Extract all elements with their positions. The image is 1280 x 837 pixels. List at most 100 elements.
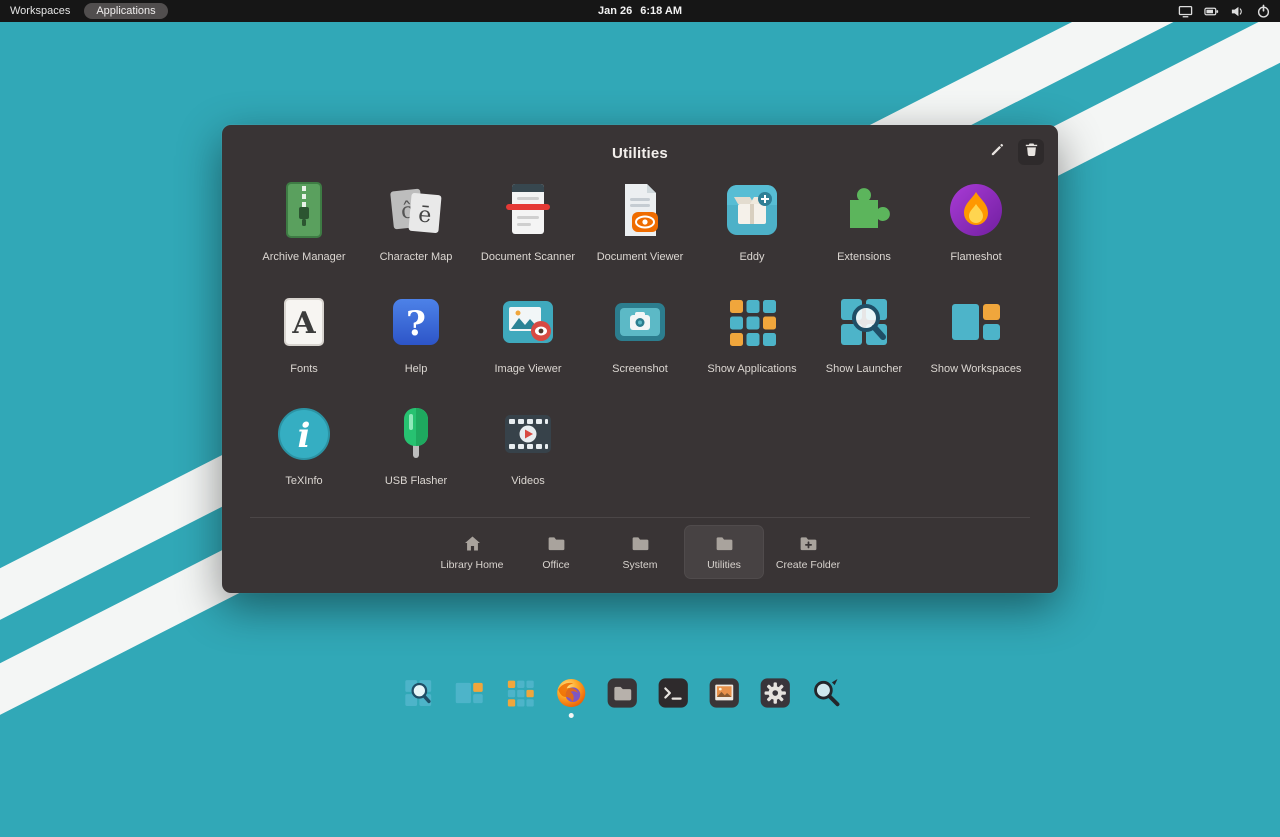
app-item-document-scanner[interactable]: Document Scanner xyxy=(472,178,584,290)
app-label: Show Workspaces xyxy=(930,363,1022,375)
tab-label: Create Folder xyxy=(775,559,841,571)
app-label: Character Map xyxy=(379,251,453,263)
document-scanner-icon xyxy=(496,178,560,242)
eddy-icon xyxy=(720,178,784,242)
dock-item-show-launcher[interactable] xyxy=(400,675,436,711)
app-label: Screenshot xyxy=(612,363,668,375)
files-icon xyxy=(604,678,640,715)
home-icon xyxy=(462,533,483,554)
trash-icon xyxy=(1023,141,1040,163)
folder-header: Utilities xyxy=(222,125,1058,178)
show-applications-icon xyxy=(502,680,538,715)
app-folder-dialog: Utilities Archive Manager ĉ ē Character Map… xyxy=(222,125,1058,593)
tab-library-home[interactable]: Library Home xyxy=(432,525,512,579)
dock-item-firefox[interactable] xyxy=(553,675,589,718)
app-grid: Archive Manager ĉ ē Character Map Document S… xyxy=(222,178,1058,514)
app-label: Help xyxy=(404,363,428,375)
folder-tabs: Library Home Office System Utilities Create … xyxy=(222,518,1058,579)
help-icon: ? xyxy=(384,290,448,354)
app-item-videos[interactable]: Videos xyxy=(472,402,584,514)
tab-system[interactable]: System xyxy=(600,525,680,579)
tab-create-folder[interactable]: Create Folder xyxy=(768,525,848,579)
svg-text:ē: ē xyxy=(417,202,432,228)
app-item-fonts[interactable]: A Fonts xyxy=(248,290,360,402)
app-label: TeXInfo xyxy=(285,475,323,487)
svg-text:?: ? xyxy=(406,304,426,344)
app-label: Document Viewer xyxy=(596,251,684,263)
character-map-icon: ĉē xyxy=(384,178,448,242)
app-item-character-map[interactable]: ĉ ē Character Map xyxy=(360,178,472,290)
edit-icon xyxy=(989,141,1006,163)
applications-menu[interactable]: Applications xyxy=(84,3,168,19)
app-label: Show Applications xyxy=(707,363,797,375)
app-label: Show Launcher xyxy=(825,363,903,375)
image-viewer-icon xyxy=(496,290,560,354)
app-item-show-applications[interactable]: Show Applications xyxy=(696,290,808,402)
texinfo-icon: i xyxy=(272,402,336,466)
app-item-image-viewer[interactable]: Image Viewer xyxy=(472,290,584,402)
settings-icon xyxy=(757,678,793,715)
svg-text:A: A xyxy=(291,306,316,341)
app-item-show-workspaces[interactable]: Show Workspaces xyxy=(920,290,1032,402)
system-indicators xyxy=(1178,4,1280,19)
show-workspaces-icon xyxy=(451,682,487,715)
dock xyxy=(400,675,844,718)
dock-item-show-workspaces[interactable] xyxy=(451,675,487,711)
display-icon[interactable] xyxy=(1178,4,1193,19)
show-applications-icon xyxy=(720,290,784,354)
app-item-flameshot[interactable]: Flameshot xyxy=(920,178,1032,290)
tab-utilities[interactable]: Utilities xyxy=(684,525,764,579)
tab-label: System xyxy=(622,559,658,571)
usb-flasher-icon xyxy=(384,402,448,466)
photos-icon xyxy=(706,678,742,715)
archive-manager-icon xyxy=(272,178,336,242)
running-indicator xyxy=(568,713,574,718)
dock-item-photos[interactable] xyxy=(706,675,742,711)
dock-item-terminal[interactable] xyxy=(655,675,691,711)
app-label: Document Scanner xyxy=(480,251,576,263)
app-label: Videos xyxy=(511,475,545,487)
edit-folder-button[interactable] xyxy=(984,139,1010,165)
extensions-icon xyxy=(832,178,896,242)
terminal-icon xyxy=(655,678,691,715)
app-label: Flameshot xyxy=(950,251,1002,263)
show-launcher-icon xyxy=(400,680,436,715)
dock-item-settings[interactable] xyxy=(757,675,793,711)
app-item-document-viewer[interactable]: Document Viewer xyxy=(584,178,696,290)
app-label: Fonts xyxy=(290,363,318,375)
app-item-usb-flasher[interactable]: USB Flasher xyxy=(360,402,472,514)
folder-icon xyxy=(546,533,567,554)
clock-time: 6:18 AM xyxy=(640,5,683,17)
clock[interactable]: Jan 26 6:18 AM xyxy=(598,5,682,17)
delete-folder-button[interactable] xyxy=(1018,139,1044,165)
folder-actions xyxy=(984,139,1044,165)
screenshot-tool-icon xyxy=(808,678,844,715)
app-item-help[interactable]: ? Help xyxy=(360,290,472,402)
fonts-icon: A xyxy=(272,290,336,354)
tab-office[interactable]: Office xyxy=(516,525,596,579)
tab-label: Library Home xyxy=(440,559,504,571)
app-item-show-launcher[interactable]: Show Launcher xyxy=(808,290,920,402)
workspaces-menu[interactable]: Workspaces xyxy=(10,5,70,17)
tab-label: Utilities xyxy=(707,559,741,571)
app-item-eddy[interactable]: Eddy xyxy=(696,178,808,290)
volume-icon[interactable] xyxy=(1230,4,1245,19)
folder-title: Utilities xyxy=(612,145,668,162)
screenshot-icon xyxy=(608,290,672,354)
power-icon[interactable] xyxy=(1256,4,1271,19)
dock-item-screenshot-tool[interactable] xyxy=(808,675,844,711)
document-viewer-icon xyxy=(608,178,672,242)
folder-plus-icon xyxy=(798,533,819,554)
app-label: Extensions xyxy=(837,251,891,263)
flameshot-icon xyxy=(944,178,1008,242)
app-label: Archive Manager xyxy=(262,251,346,263)
svg-text:i: i xyxy=(298,416,311,456)
app-item-texinfo[interactable]: i TeXInfo xyxy=(248,402,360,514)
app-label: Image Viewer xyxy=(494,363,562,375)
app-item-extensions[interactable]: Extensions xyxy=(808,178,920,290)
battery-icon[interactable] xyxy=(1204,4,1219,19)
dock-item-show-applications[interactable] xyxy=(502,675,538,711)
app-item-screenshot[interactable]: Screenshot xyxy=(584,290,696,402)
app-item-archive-manager[interactable]: Archive Manager xyxy=(248,178,360,290)
dock-item-files[interactable] xyxy=(604,675,640,711)
